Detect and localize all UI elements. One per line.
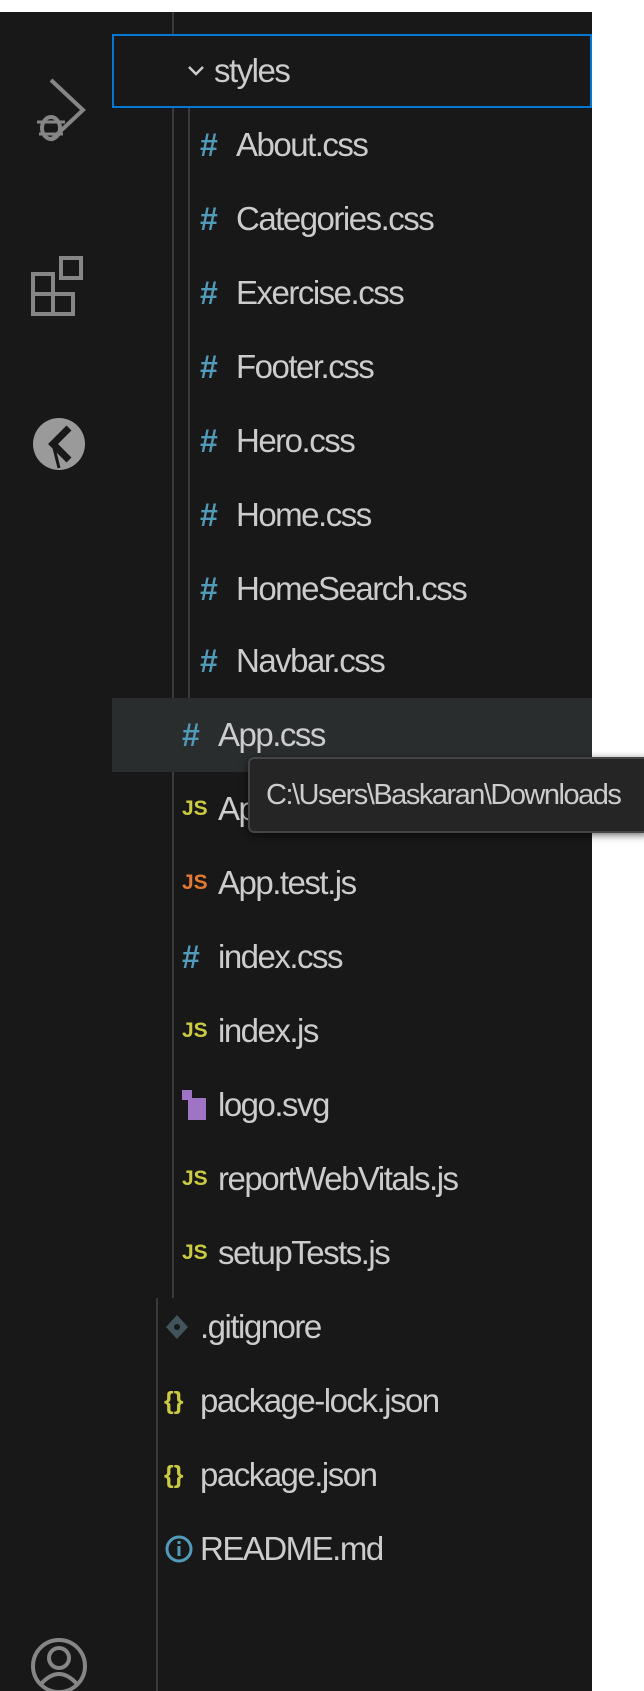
run-debug-icon[interactable]	[26, 76, 92, 148]
file-item-hero-css[interactable]: # Hero.css	[112, 404, 592, 478]
json-icon: {}	[164, 1460, 184, 1489]
activity-bar	[0, 12, 112, 1691]
account-icon[interactable]	[26, 1622, 92, 1691]
file-item-index-css[interactable]: # index.css	[112, 920, 592, 994]
file-label: logo.svg	[218, 1086, 330, 1123]
file-label: README.md	[200, 1530, 384, 1567]
hash-icon: #	[182, 938, 200, 975]
js-icon: JS	[182, 1241, 208, 1264]
file-label: Categories.css	[236, 200, 435, 237]
hash-icon: #	[200, 422, 218, 459]
file-label: App.css	[218, 716, 326, 753]
file-item-home-css[interactable]: # Home.css	[112, 478, 592, 552]
file-item-exercise-css[interactable]: # Exercise.css	[112, 256, 592, 330]
hash-icon: #	[200, 126, 218, 163]
file-item-package-lock-json[interactable]: {} package-lock.json	[112, 1364, 592, 1438]
extensions-icon[interactable]	[26, 252, 92, 324]
file-label: .gitignore	[200, 1308, 322, 1345]
file-item-package-json[interactable]: {} package.json	[112, 1438, 592, 1512]
file-item-reportwebvitals-js[interactable]: JS reportWebVitals.js	[112, 1142, 592, 1216]
file-item-logo-svg[interactable]: logo.svg	[112, 1068, 592, 1142]
info-icon	[164, 1534, 198, 1564]
chevron-down-icon[interactable]	[178, 65, 214, 77]
file-item-homesearch-css[interactable]: # HomeSearch.css	[112, 552, 592, 626]
hash-icon: #	[182, 716, 200, 753]
file-item-readme-md[interactable]: README.md	[112, 1512, 592, 1586]
hash-icon: #	[200, 496, 218, 533]
folder-styles[interactable]: styles	[112, 34, 592, 108]
js-test-icon: JS	[182, 871, 208, 894]
file-label: Home.css	[236, 496, 372, 533]
file-label: Hero.css	[236, 422, 356, 459]
file-label: Navbar.css	[236, 642, 386, 679]
hash-icon: #	[200, 274, 218, 311]
file-item-categories-css[interactable]: # Categories.css	[112, 182, 592, 256]
file-label: package.json	[200, 1456, 378, 1493]
file-item-setuptests-js[interactable]: JS setupTests.js	[112, 1216, 592, 1290]
git-icon	[164, 1312, 198, 1342]
remote-explorer-icon[interactable]	[26, 408, 92, 480]
js-icon: JS	[182, 1019, 208, 1042]
file-label: setupTests.js	[218, 1234, 391, 1271]
file-item-index-js[interactable]: JS index.js	[112, 994, 592, 1068]
file-label: About.css	[236, 126, 369, 163]
file-item-gitignore[interactable]: .gitignore	[112, 1290, 592, 1364]
file-label: HomeSearch.css	[236, 570, 468, 607]
file-label: package-lock.json	[200, 1382, 440, 1419]
js-icon: JS	[182, 1167, 208, 1190]
file-item-footer-css[interactable]: # Footer.css	[112, 330, 592, 404]
hash-icon: #	[200, 348, 218, 385]
hash-icon: #	[200, 642, 218, 679]
file-label: index.js	[218, 1012, 319, 1049]
svg-file-icon	[182, 1090, 216, 1120]
file-label: reportWebVitals.js	[218, 1160, 459, 1197]
file-label: App.test.js	[218, 864, 357, 901]
file-label: Exercise.css	[236, 274, 405, 311]
tooltip-text: C:\Users\Baskaran\Downloads	[266, 778, 622, 811]
hash-icon: #	[200, 200, 218, 237]
hash-icon: #	[200, 570, 218, 607]
file-item-app-test-js[interactable]: JS App.test.js	[112, 846, 592, 920]
json-icon: {}	[164, 1386, 184, 1415]
hash-icon: #	[200, 12, 234, 20]
folder-label: styles	[214, 52, 291, 89]
path-tooltip: C:\Users\Baskaran\Downloads	[248, 757, 644, 833]
file-label: index.css	[218, 938, 344, 975]
file-item-navbar-css[interactable]: # Navbar.css	[112, 624, 592, 698]
file-item-about-css[interactable]: # About.css	[112, 108, 592, 182]
file-label: Footer.css	[236, 348, 375, 385]
vscode-window: # styles # About.css # Categories.css # …	[0, 12, 592, 1691]
js-icon: JS	[182, 797, 208, 820]
file-explorer: # styles # About.css # Categories.css # …	[112, 12, 592, 1691]
